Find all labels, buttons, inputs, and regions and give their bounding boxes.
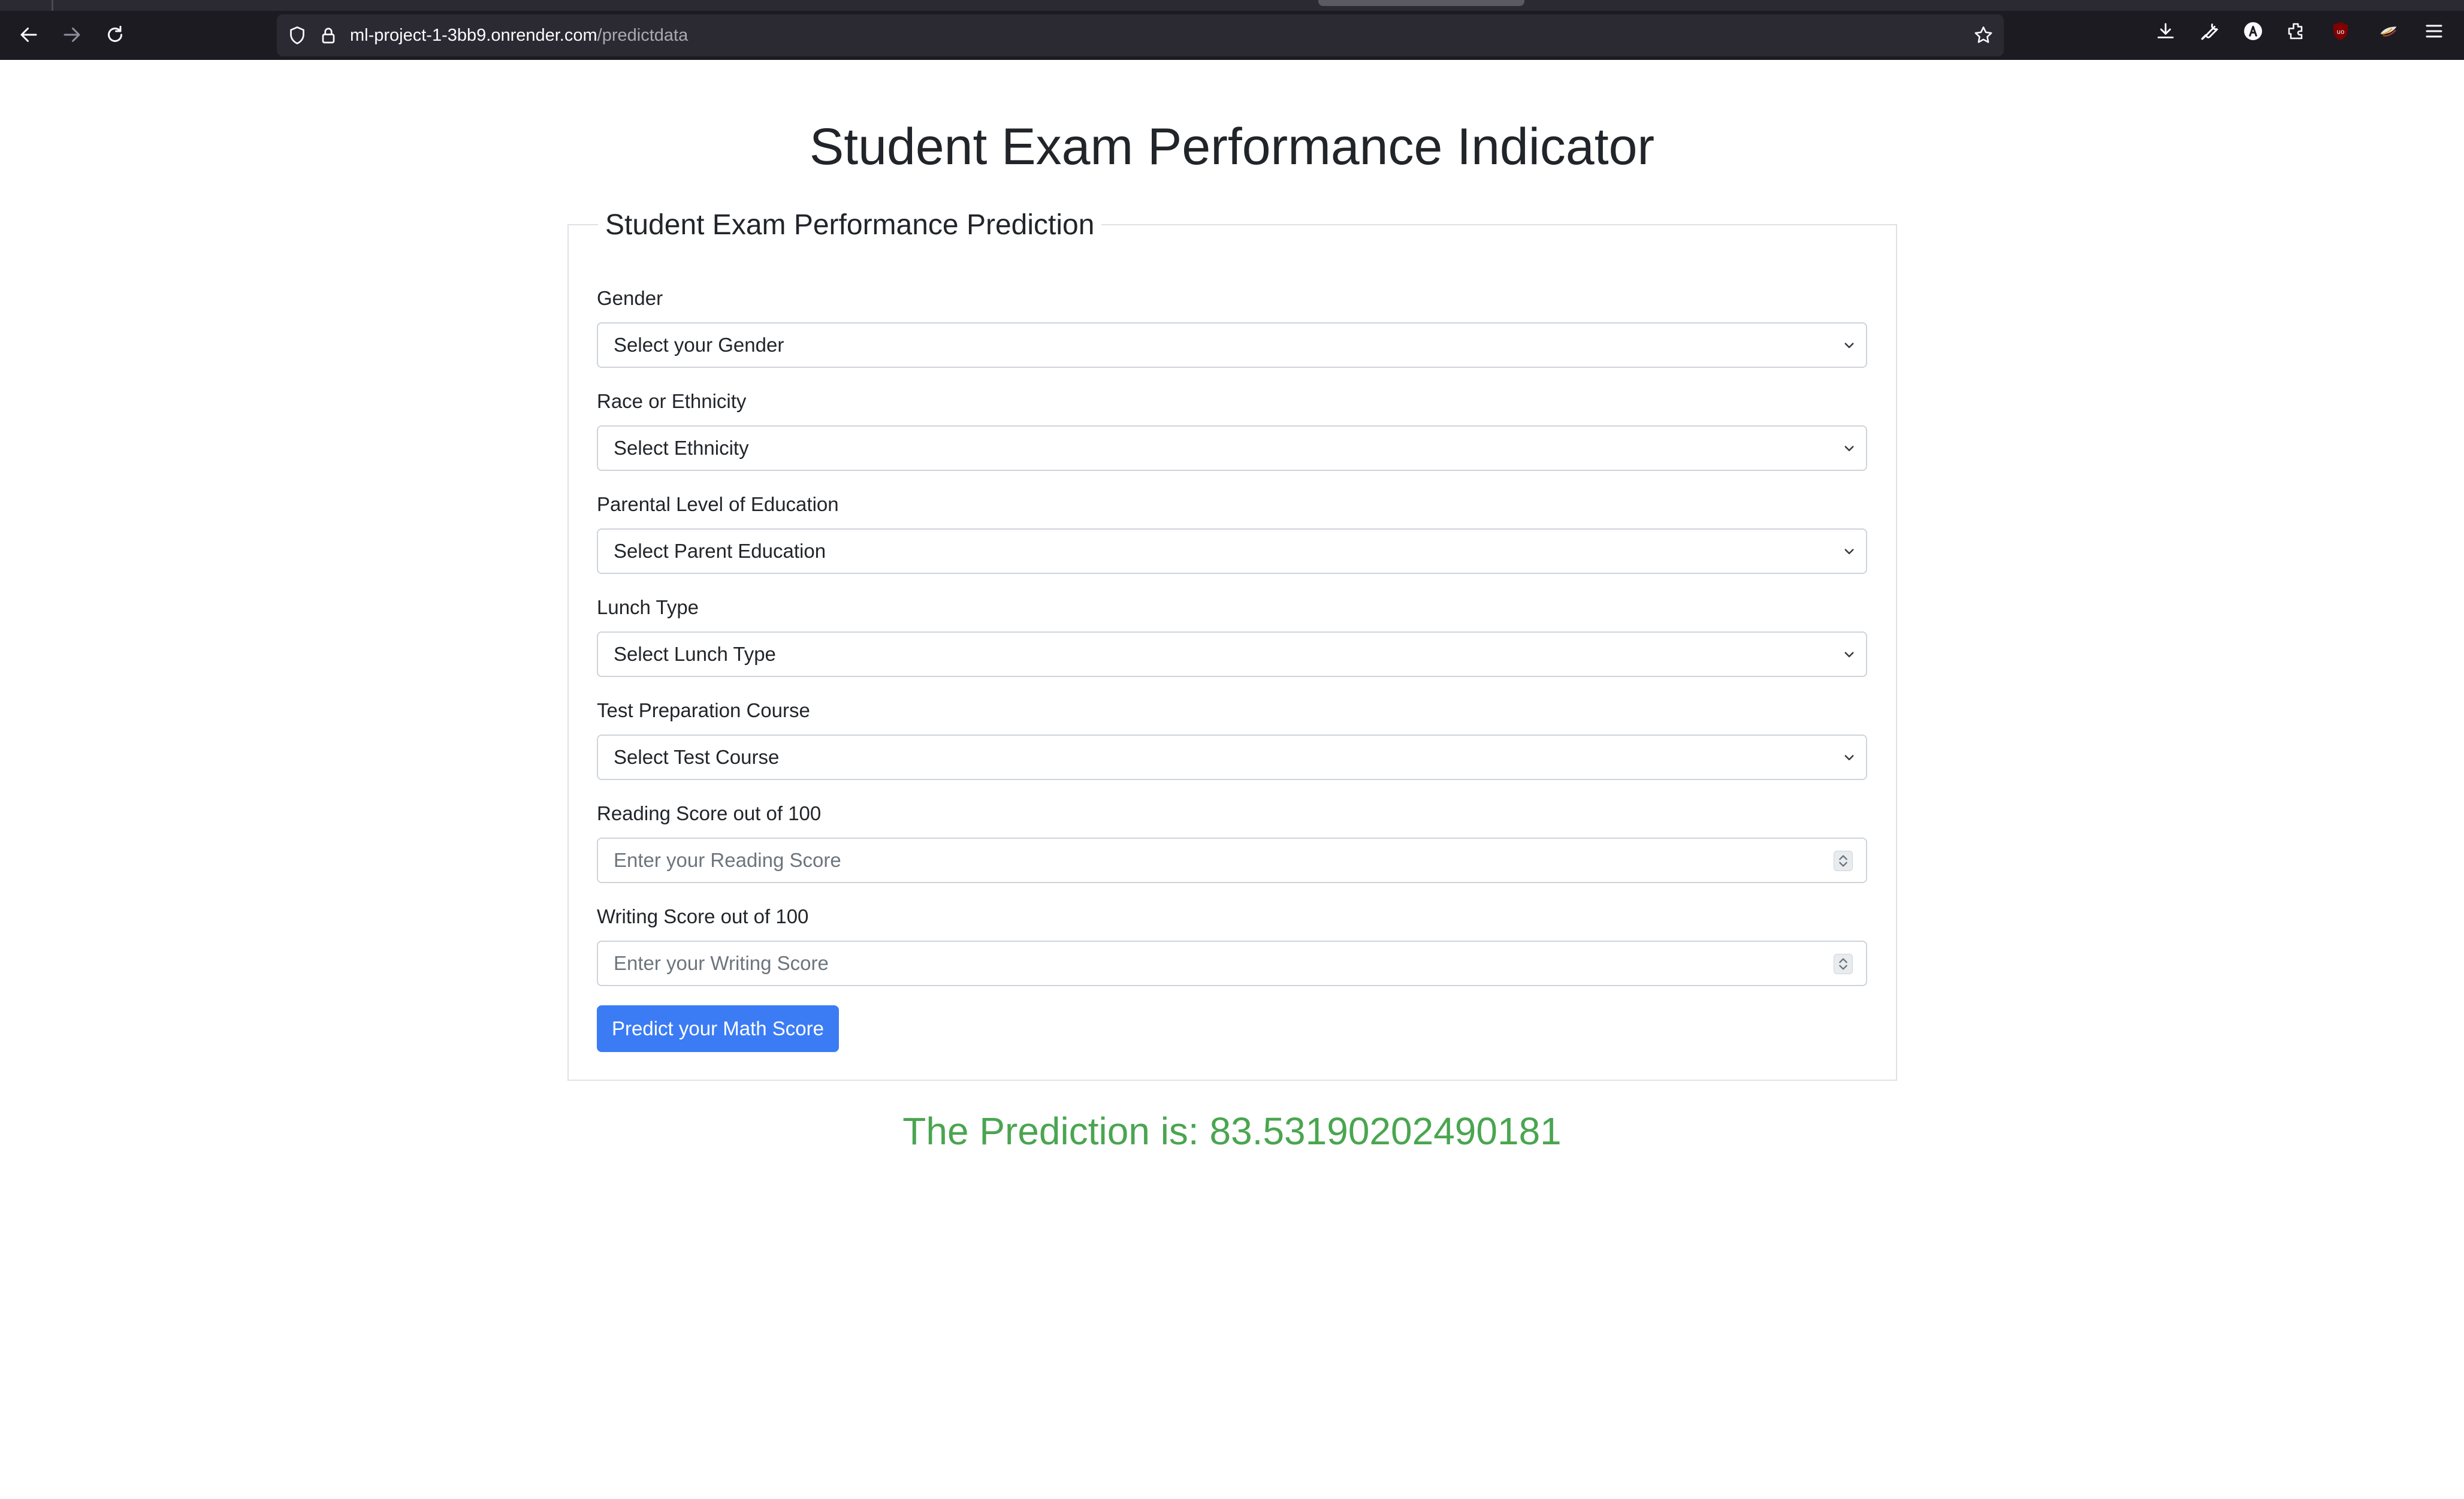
shield-icon[interactable] — [286, 25, 308, 46]
menu-icon — [2426, 25, 2442, 38]
predict-button[interactable]: Predict your Math Score — [597, 1005, 839, 1052]
browser-toolbar: ml-project-1-3bb9.onrender.com/predictda… — [0, 0, 2464, 60]
extensions-button[interactable] — [2284, 19, 2308, 43]
active-tab-indicator[interactable] — [1318, 0, 1524, 6]
back-button[interactable] — [13, 19, 44, 50]
ethnicity-select[interactable]: Select Ethnicity — [597, 425, 1867, 471]
lock-icon[interactable] — [318, 25, 339, 46]
svg-text:uo: uo — [2336, 29, 2344, 36]
reading-score-placeholder: Enter your Reading Score — [614, 849, 841, 871]
reading-score-input[interactable]: Enter your Reading Score — [597, 838, 1867, 883]
app-menu-button[interactable] — [2422, 19, 2446, 43]
tab-strip — [0, 0, 2464, 11]
back-icon — [20, 28, 37, 42]
parental-education-select-value: Select Parent Education — [614, 540, 826, 562]
lunch-type-select[interactable]: Select Lunch Type — [597, 631, 1867, 677]
lunch-type-select-value: Select Lunch Type — [614, 643, 776, 665]
extension-icon — [2380, 26, 2397, 37]
tools-button[interactable] — [2198, 19, 2222, 43]
parental-education-select[interactable]: Select Parent Education — [597, 528, 1867, 574]
gender-select[interactable]: Select your Gender — [597, 322, 1867, 368]
test-course-select-value: Select Test Course — [614, 746, 780, 768]
prediction-result: The Prediction is: 83.53190202490181 — [902, 1110, 1562, 1153]
account-button[interactable] — [2241, 19, 2265, 43]
number-stepper-icon[interactable] — [1834, 954, 1853, 974]
ublock-button[interactable]: uo — [2329, 19, 2353, 43]
writing-score-placeholder: Enter your Writing Score — [614, 952, 829, 974]
extensions-icon — [2288, 23, 2303, 40]
parental-education-label: Parental Level of Education — [597, 493, 839, 515]
url-host: ml-project-1-3bb9.onrender.com — [350, 26, 597, 45]
downloads-button[interactable] — [2154, 19, 2178, 43]
ethnicity-label: Race or Ethnicity — [597, 390, 747, 412]
gender-select-value: Select your Gender — [614, 334, 784, 356]
test-course-label: Test Preparation Course — [597, 699, 810, 721]
chevron-down-icon — [1844, 549, 1854, 554]
url-path: /predictdata — [597, 26, 689, 45]
url-text[interactable]: ml-project-1-3bb9.onrender.com/predictda… — [350, 14, 688, 56]
lunch-type-label: Lunch Type — [597, 596, 699, 618]
writing-score-input[interactable]: Enter your Writing Score — [597, 941, 1867, 986]
download-icon — [2157, 23, 2174, 38]
test-course-select[interactable]: Select Test Course — [597, 735, 1867, 780]
chevron-down-icon — [1844, 446, 1854, 451]
extension-button[interactable] — [2377, 19, 2400, 43]
ublock-icon: uo — [2333, 22, 2348, 40]
chevron-down-icon — [1844, 755, 1854, 760]
address-bar[interactable]: ml-project-1-3bb9.onrender.com/predictda… — [277, 14, 2004, 56]
tab-separator — [52, 0, 53, 11]
reading-score-label: Reading Score out of 100 — [597, 802, 822, 824]
wrench-icon — [2201, 23, 2218, 40]
forward-icon — [64, 28, 80, 42]
forward-button[interactable] — [56, 19, 87, 50]
star-icon[interactable] — [1973, 25, 1994, 46]
form-legend: Student Exam Performance Prediction — [598, 204, 1102, 247]
ethnicity-select-value: Select Ethnicity — [614, 437, 749, 459]
page-title: Student Exam Performance Indicator — [809, 118, 1655, 176]
gender-label: Gender — [597, 287, 663, 309]
reload-icon — [108, 26, 122, 42]
chevron-down-icon — [1844, 343, 1854, 348]
chevron-down-icon — [1844, 652, 1854, 657]
reload-button[interactable] — [99, 19, 131, 50]
writing-score-label: Writing Score out of 100 — [597, 905, 809, 927]
account-icon — [2244, 22, 2262, 40]
number-stepper-icon[interactable] — [1834, 851, 1853, 871]
